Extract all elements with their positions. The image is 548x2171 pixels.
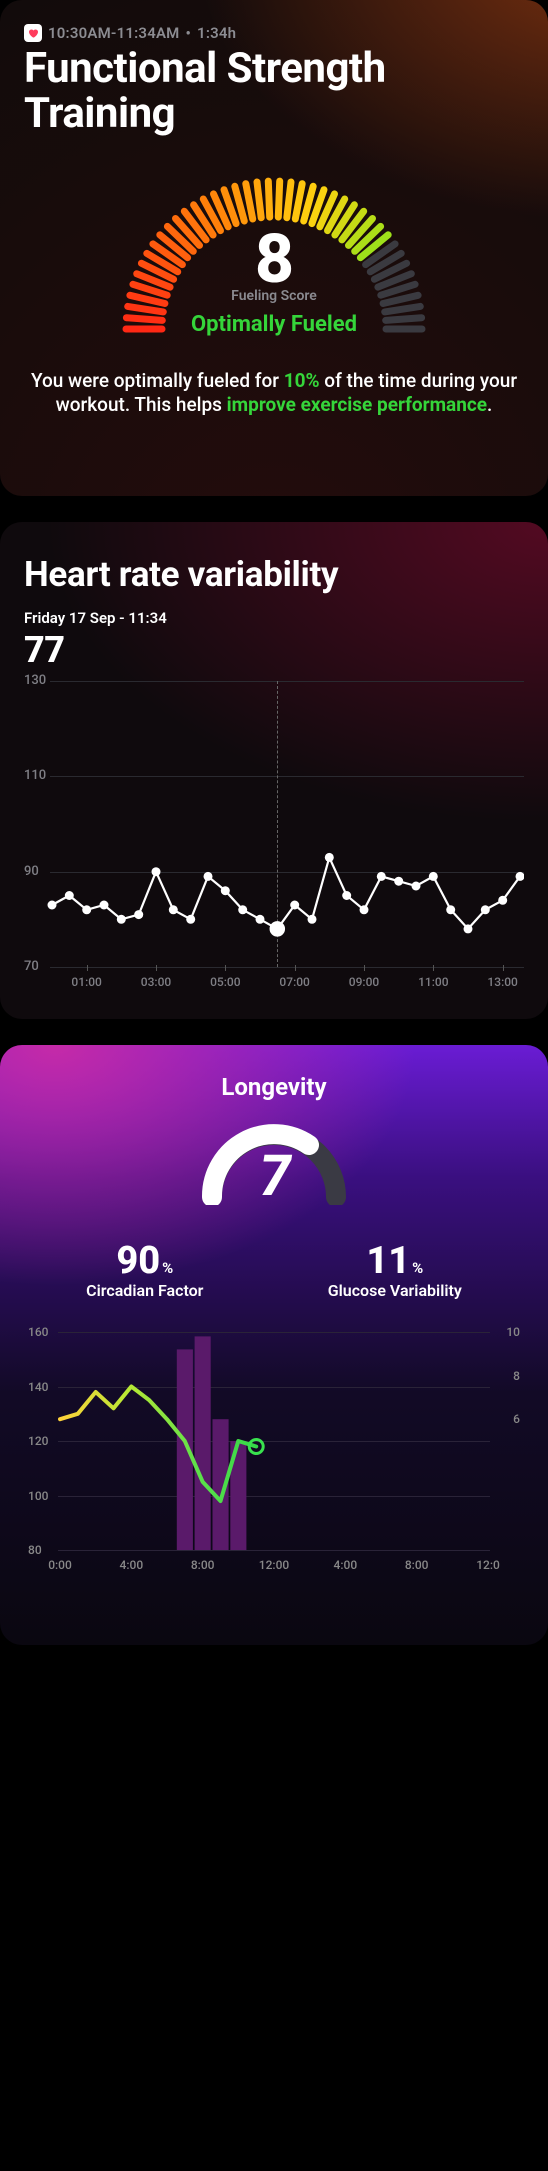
hrv-chart[interactable]: 130110907001:0003:0005:0007:0009:0011:00… [24,677,524,995]
fitness-app-icon [24,24,42,42]
glucose-stat: 11 % Glucose Variability [328,1239,462,1300]
hrv-subtitle: Friday 17 Sep - 11:34 [24,609,524,627]
longevity-card: Longevity 7 90 % Circadian Factor 11 % G… [0,1045,548,1645]
fueling-link[interactable]: improve exercise performance [227,393,487,416]
longevity-title: Longevity [24,1073,524,1101]
glucose-value: 11 [366,1239,410,1283]
hrv-title: Heart rate variability [24,554,524,595]
longevity-gauge: 7 [189,1111,359,1205]
workout-meta: 10:30AM-11:34AM • 1:34h [24,24,524,42]
longevity-score: 7 [189,1143,359,1209]
hrv-value: 77 [24,629,524,671]
hrv-card: Heart rate variability Friday 17 Sep - 1… [0,522,548,1019]
fueling-score-value: 8 [255,229,293,290]
longevity-chart[interactable]: 1601401201008010860:004:008:0012:004:008… [24,1324,524,1574]
workout-time-range: 10:30AM-11:34AM [48,24,180,42]
circadian-value: 90 [116,1239,160,1283]
fueling-gauge: 8 Fueling Score Optimally Fueled [104,157,444,357]
longevity-stats: 90 % Circadian Factor 11 % Glucose Varia… [24,1239,524,1300]
circadian-stat: 90 % Circadian Factor [86,1239,203,1300]
fueling-score-label: Fueling Score [231,288,317,304]
circadian-label: Circadian Factor [86,1281,203,1300]
fueling-percent: 10% [284,369,320,392]
glucose-label: Glucose Variability [328,1281,462,1300]
fueling-explanation: You were optimally fueled for 10% of the… [24,369,524,418]
fueling-card: 10:30AM-11:34AM • 1:34h Functional Stren… [0,0,548,496]
fueling-status: Optimally Fueled [191,312,357,337]
workout-title: Functional Strength Training [24,46,524,137]
workout-duration: 1:34h [197,24,236,42]
